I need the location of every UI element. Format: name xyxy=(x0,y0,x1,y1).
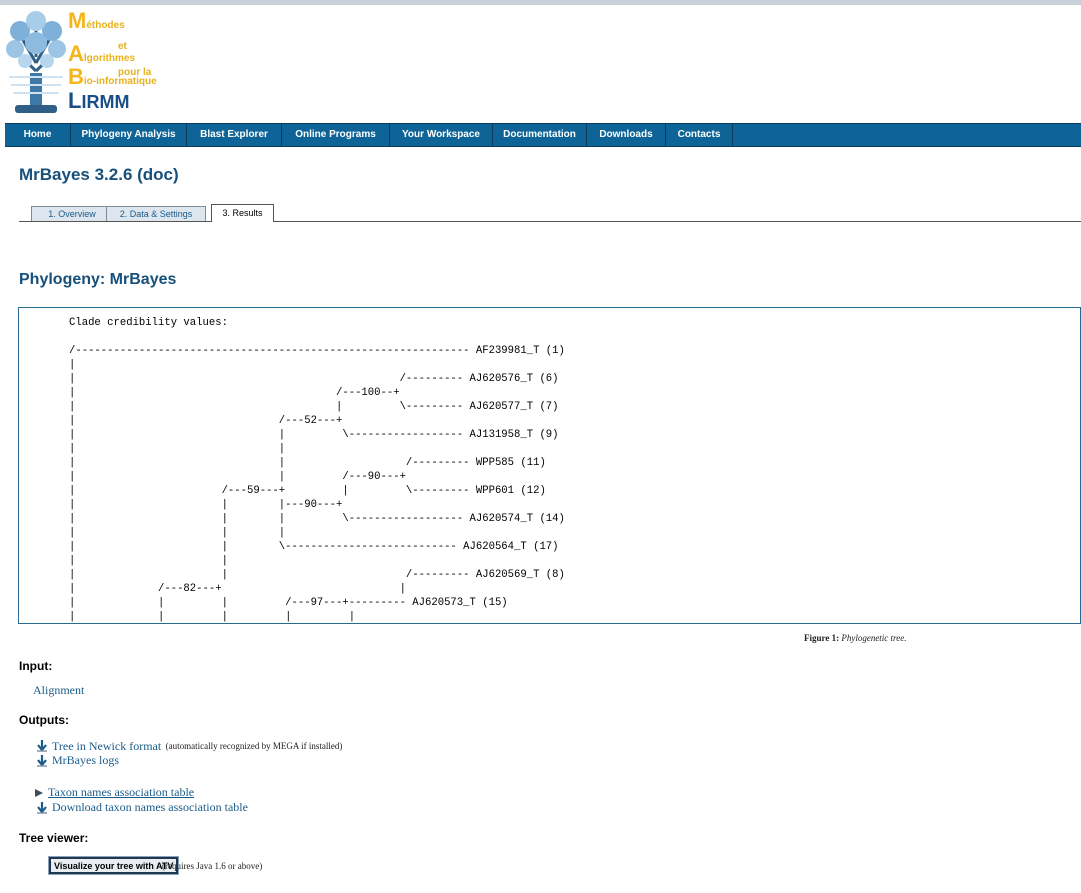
tab-overview[interactable]: 1. Overview xyxy=(31,206,113,221)
newick-tree-link[interactable]: Tree in Newick format xyxy=(52,739,161,754)
nav-documentation[interactable]: Documentation xyxy=(493,124,587,146)
outputs-heading: Outputs: xyxy=(19,713,69,727)
tab-bar: 1. Overview 2. Data & Settings 3. Result… xyxy=(19,204,1081,222)
tree-output-panel[interactable]: Clade credibility values: /-------------… xyxy=(18,307,1081,624)
download-arrow-icon xyxy=(35,801,49,815)
nav-online-programs[interactable]: Online Programs xyxy=(282,124,390,146)
logo-cap-a: A xyxy=(68,41,84,66)
atv-java-note: (requires Java 1.6 or above) xyxy=(162,861,263,871)
logo-cap-b: B xyxy=(68,64,84,89)
nav-your-workspace[interactable]: Your Workspace xyxy=(390,124,493,146)
logo-line-5: io-informatique xyxy=(83,76,157,87)
caption-label: Figure 1: xyxy=(804,633,840,643)
input-heading: Input: xyxy=(19,659,53,673)
tree-logo-icon xyxy=(6,11,66,113)
nav-blast-explorer[interactable]: Blast Explorer xyxy=(187,124,282,146)
taxon-table-link[interactable]: Taxon names association table xyxy=(48,785,194,800)
nav-home[interactable]: Home xyxy=(5,124,71,146)
logo-line-6: IRMM xyxy=(81,92,130,112)
caption-text: Phylogenetic tree. xyxy=(841,633,907,643)
site-header: Méthodes et Algorithmes pour la Bio-info… xyxy=(0,5,1081,123)
mrbayes-logs-link[interactable]: MrBayes logs xyxy=(52,753,119,768)
nav-phylogeny-analysis[interactable]: Phylogeny Analysis xyxy=(71,124,187,146)
tab-results[interactable]: 3. Results xyxy=(211,204,274,222)
logo-line-1: éthodes xyxy=(86,20,125,31)
logo-cap-l: L xyxy=(68,88,82,113)
nav-downloads[interactable]: Downloads xyxy=(587,124,666,146)
main-navbar: Home Phylogeny Analysis Blast Explorer O… xyxy=(5,123,1081,147)
ascii-tree-text: Clade credibility values: /-------------… xyxy=(69,317,565,623)
tree-viewer-heading: Tree viewer: xyxy=(19,831,89,845)
figure-caption: Figure 1: Phylogenetic tree. xyxy=(804,633,906,643)
alignment-link[interactable]: Alignment xyxy=(33,683,84,698)
newick-note: (automatically recognized by MEGA if ins… xyxy=(165,741,343,751)
logo-line-3: lgorithmes xyxy=(83,53,136,64)
tab-data-settings[interactable]: 2. Data & Settings xyxy=(106,206,206,221)
section-title: Phylogeny: MrBayes xyxy=(19,271,177,288)
visualize-atv-button[interactable]: Visualize your tree with ATV xyxy=(47,856,180,875)
nav-contacts[interactable]: Contacts xyxy=(666,124,733,146)
page-title: MrBayes 3.2.6 (doc) xyxy=(19,165,179,184)
download-arrow-icon xyxy=(35,739,49,753)
play-triangle-icon xyxy=(33,786,45,800)
download-arrow-icon xyxy=(35,754,49,768)
download-taxon-table-link[interactable]: Download taxon names association table xyxy=(52,800,248,815)
mabi-lirmm-logo[interactable]: Méthodes et Algorithmes pour la Bio-info… xyxy=(5,8,175,121)
logo-cap-m: M xyxy=(68,8,87,33)
